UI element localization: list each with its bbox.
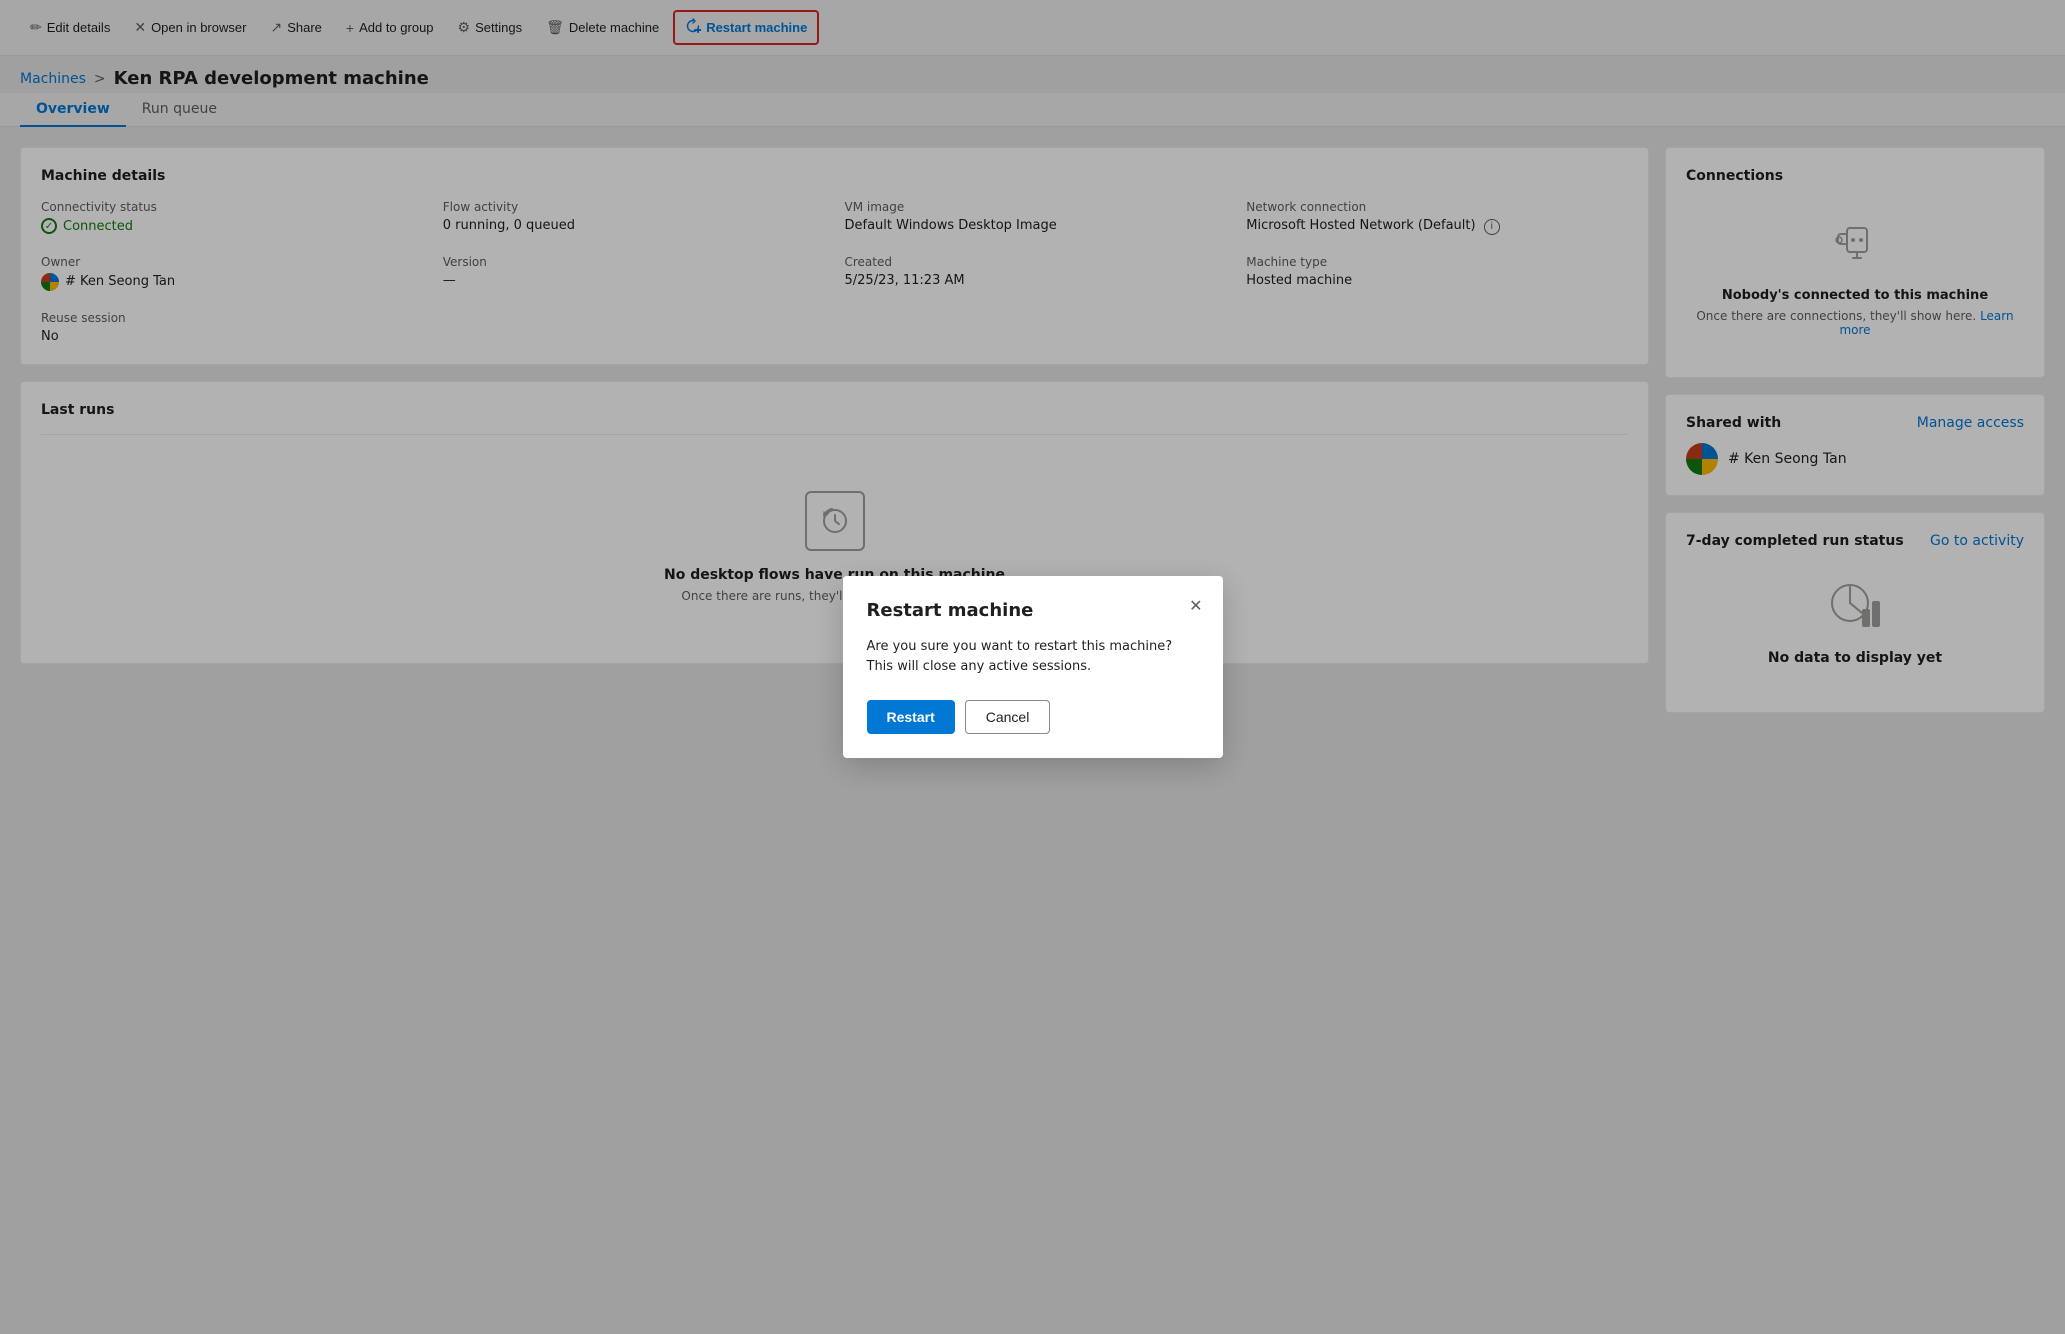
restart-machine-modal: Restart machine ✕ Are you sure you want … — [843, 576, 1223, 758]
restart-confirm-button[interactable]: Restart — [867, 700, 955, 734]
modal-actions: Restart Cancel — [867, 700, 1199, 734]
modal-close-button[interactable]: ✕ — [1185, 592, 1206, 620]
modal-overlay: Restart machine ✕ Are you sure you want … — [0, 0, 2065, 1334]
modal-body: Are you sure you want to restart this ma… — [867, 637, 1199, 676]
modal-title: Restart machine — [867, 600, 1199, 621]
cancel-button[interactable]: Cancel — [965, 700, 1051, 734]
